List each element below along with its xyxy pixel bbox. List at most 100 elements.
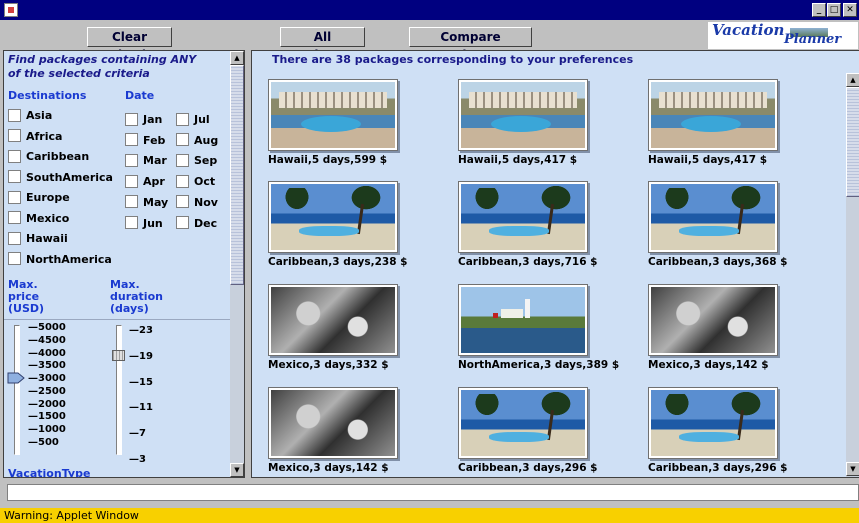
package-card[interactable]: Mexico,3 days,332 $ (268, 284, 438, 376)
destination-checkbox-caribbean[interactable]: Caribbean (8, 149, 89, 166)
destination-checkbox-hawaii[interactable]: Hawaii (8, 231, 68, 248)
package-caption: Hawaii,5 days,599 $ (268, 154, 388, 166)
month-checkbox-aug[interactable]: Aug (176, 133, 218, 150)
destination-checkbox-northamerica[interactable]: NorthAmerica (8, 252, 112, 269)
month-checkbox-sep[interactable]: Sep (176, 153, 217, 170)
mexico-aerial-thumbnail[interactable] (648, 284, 778, 356)
lighthouse-thumbnail[interactable] (458, 284, 588, 356)
checkbox-icon[interactable] (176, 216, 189, 229)
checkbox-icon[interactable] (125, 216, 138, 229)
vacation-planner-logo: Vacation Planner (708, 21, 858, 49)
criteria-scrollbar[interactable]: ▲ ▼ (230, 51, 244, 477)
package-card[interactable]: Caribbean,3 days,716 $ (458, 181, 628, 273)
checkbox-icon[interactable] (125, 195, 138, 209)
clear-criteria-button[interactable]: Clear criteria (87, 27, 172, 62)
results-scrollbar[interactable]: ▲ ▼ (846, 73, 859, 477)
checkbox-icon[interactable] (8, 108, 21, 122)
compare-packages-button[interactable]: Compare packages (409, 27, 532, 62)
caribbean-beach-thumbnail[interactable] (268, 181, 398, 253)
scroll-up-icon[interactable]: ▲ (846, 73, 859, 87)
checkbox-icon[interactable] (176, 112, 189, 126)
checkbox-icon[interactable] (125, 112, 138, 126)
mexico-aerial-image (651, 287, 775, 353)
month-checkbox-may[interactable]: May (125, 195, 168, 212)
results-count-banner: There are 38 packages corresponding to y… (272, 53, 634, 66)
checkbox-icon[interactable] (8, 231, 21, 245)
package-card[interactable]: Hawaii,5 days,417 $ (458, 79, 628, 171)
package-caption: Hawaii,5 days,417 $ (458, 154, 578, 166)
month-checkbox-nov[interactable]: Nov (176, 195, 218, 212)
checkbox-icon[interactable] (125, 174, 138, 188)
destination-checkbox-africa[interactable]: Africa (8, 129, 62, 146)
scroll-down-icon[interactable]: ▼ (846, 462, 859, 476)
price-slider-track[interactable] (14, 325, 20, 455)
checkbox-icon[interactable] (8, 129, 21, 142)
checkbox-icon[interactable] (176, 174, 189, 188)
mexico-aerial-image (271, 390, 395, 456)
package-caption: Caribbean,3 days,238 $ (268, 256, 408, 268)
month-checkbox-jan[interactable]: Jan (125, 112, 162, 129)
package-card[interactable]: Hawaii,5 days,599 $ (268, 79, 438, 171)
package-card[interactable]: NorthAmerica,3 days,389 $ (458, 284, 628, 376)
minimize-button[interactable]: _ (812, 3, 826, 17)
package-card[interactable]: Caribbean,3 days,238 $ (268, 181, 438, 273)
section-divider (4, 319, 230, 320)
duration-slider-track[interactable] (116, 325, 122, 455)
price-tick-label: —4500 (28, 334, 66, 346)
destination-checkbox-europe[interactable]: Europe (8, 190, 70, 207)
scroll-down-icon[interactable]: ▼ (230, 463, 244, 477)
checkbox-icon[interactable] (176, 133, 189, 147)
destination-checkbox-asia[interactable]: Asia (8, 108, 52, 125)
checkbox-icon[interactable] (8, 190, 21, 204)
checkbox-label: Europe (26, 191, 70, 204)
month-checkbox-mar[interactable]: Mar (125, 153, 167, 170)
checkbox-icon[interactable] (176, 195, 189, 209)
hawaii-resort-thumbnail[interactable] (268, 79, 398, 151)
package-card[interactable]: Mexico,3 days,142 $ (268, 387, 438, 477)
all-packages-button[interactable]: All packages (280, 27, 365, 62)
checkbox-icon[interactable] (125, 153, 138, 167)
criteria-scroll-thumb[interactable] (230, 65, 244, 285)
month-checkbox-jun[interactable]: Jun (125, 216, 163, 233)
mexico-aerial-thumbnail[interactable] (268, 284, 398, 356)
scroll-up-icon[interactable]: ▲ (230, 51, 244, 65)
package-card[interactable]: Hawaii,5 days,417 $ (648, 79, 818, 171)
package-card[interactable]: Caribbean,3 days,296 $ (458, 387, 628, 477)
caribbean-beach-thumbnail[interactable] (458, 181, 588, 253)
hawaii-resort-thumbnail[interactable] (458, 79, 588, 151)
duration-tick-label: —23 (129, 325, 153, 336)
lighthouse-image (461, 287, 585, 353)
checkbox-icon[interactable] (176, 153, 189, 167)
maximize-button[interactable]: □ (827, 3, 841, 17)
results-scroll-thumb[interactable] (846, 87, 859, 197)
month-checkbox-dec[interactable]: Dec (176, 216, 217, 233)
month-checkbox-apr[interactable]: Apr (125, 174, 165, 191)
checkbox-icon[interactable] (8, 211, 21, 224)
destination-checkbox-southamerica[interactable]: SouthAmerica (8, 170, 113, 187)
package-card[interactable]: Mexico,3 days,142 $ (648, 284, 818, 376)
caribbean-beach-thumbnail[interactable] (648, 181, 778, 253)
caribbean-beach-image (271, 184, 395, 250)
caribbean-beach-thumbnail[interactable] (458, 387, 588, 459)
checkbox-icon[interactable] (125, 133, 138, 147)
checkbox-icon[interactable] (8, 149, 21, 163)
checkbox-label: Hawaii (26, 232, 68, 245)
duration-slider-label: Max. duration (days) (110, 278, 163, 315)
package-card[interactable]: Caribbean,3 days,368 $ (648, 181, 818, 273)
checkbox-icon[interactable] (8, 252, 21, 265)
destination-checkbox-mexico[interactable]: Mexico (8, 211, 69, 228)
caribbean-beach-thumbnail[interactable] (648, 387, 778, 459)
vacation-type-header: VacationType (8, 467, 91, 478)
mexico-aerial-thumbnail[interactable] (268, 387, 398, 459)
package-card[interactable]: Caribbean,3 days,296 $ (648, 387, 818, 477)
month-checkbox-oct[interactable]: Oct (176, 174, 215, 191)
hawaii-resort-thumbnail[interactable] (648, 79, 778, 151)
package-caption: NorthAmerica,3 days,389 $ (458, 359, 620, 371)
criteria-panel: Find packages containing ANY of the sele… (3, 50, 245, 478)
month-checkbox-feb[interactable]: Feb (125, 133, 165, 150)
checkbox-icon[interactable] (8, 170, 21, 183)
close-button[interactable]: ✕ (843, 3, 857, 17)
price-slider-thumb[interactable] (7, 372, 25, 384)
duration-slider-thumb[interactable] (112, 349, 125, 361)
month-checkbox-jul[interactable]: Jul (176, 112, 210, 129)
